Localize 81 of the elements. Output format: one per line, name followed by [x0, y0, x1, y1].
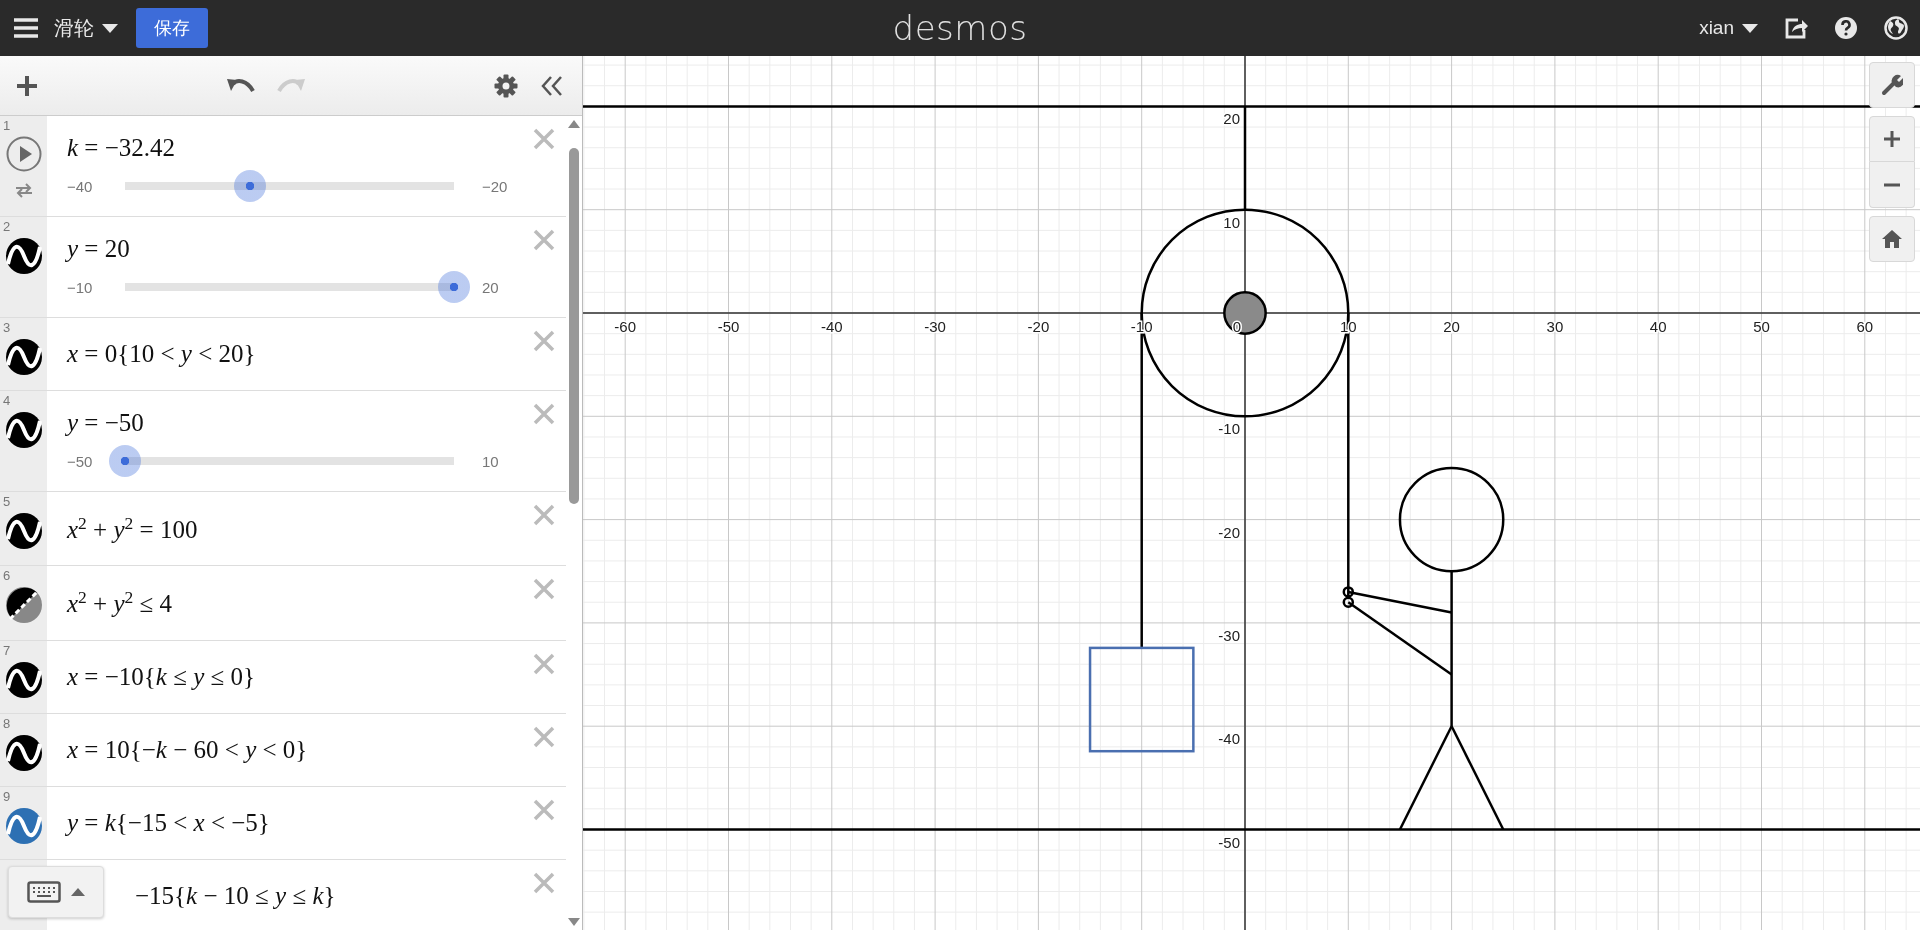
curve-style-icon[interactable]	[4, 237, 43, 275]
axis-label: -50	[1218, 833, 1240, 851]
slider-min: −10	[67, 278, 94, 296]
scroll-down-icon[interactable]	[568, 918, 580, 926]
line-number: 8	[3, 715, 11, 731]
axis-label: 10	[1223, 213, 1240, 231]
axis-label: -20	[1027, 318, 1050, 335]
scrollbar[interactable]	[569, 148, 579, 504]
expression[interactable]: x = −10{k ≤ y ≤ 0}	[67, 662, 512, 691]
home-icon	[1881, 229, 1903, 249]
zoom-in-button[interactable]	[1869, 116, 1915, 162]
line-number: 7	[3, 642, 11, 658]
slider-min: −50	[67, 452, 94, 470]
repeat-icon[interactable]	[13, 182, 34, 198]
share-icon[interactable]	[1784, 17, 1808, 39]
keyboard-icon	[27, 881, 61, 903]
line-number: 1	[3, 118, 11, 133]
expression[interactable]: y = 20	[67, 235, 512, 263]
settings-icon[interactable]	[494, 73, 518, 98]
slider-max: 10	[482, 452, 500, 470]
expression[interactable]: −15{k − 10 ≤ y ≤ k}	[135, 881, 512, 910]
plus-icon	[1883, 130, 1901, 148]
slider-max: 20	[482, 278, 500, 296]
axis-label: -30	[1218, 626, 1240, 644]
menu-icon[interactable]	[14, 18, 38, 38]
expression[interactable]: x$^{2}$ + y$^{2}$ = 100	[67, 513, 512, 545]
expression[interactable]: x$^{2}$ + y$^{2}$ ≤ 4	[67, 587, 512, 619]
pulley-hub	[1223, 291, 1267, 335]
axis-label: -40	[1218, 730, 1240, 748]
logo: desmos	[892, 8, 1028, 48]
slider-thumb[interactable]	[109, 445, 141, 477]
collapse-icon[interactable]	[540, 74, 564, 97]
axis-label: 20	[1223, 110, 1240, 128]
axis-label: -20	[1218, 523, 1240, 541]
scroll-up-icon[interactable]	[568, 120, 580, 128]
keyboard-button[interactable]	[8, 866, 104, 918]
help-icon[interactable]	[1834, 16, 1858, 40]
slider-thumb[interactable]	[438, 271, 470, 303]
slider-thumb[interactable]	[233, 170, 266, 202]
expression[interactable]: x = 10{−k − 60 < y < 0}	[67, 735, 512, 764]
curve-style-icon[interactable]	[4, 411, 43, 449]
home-button[interactable]	[1869, 216, 1915, 262]
fill-style-icon[interactable]	[4, 586, 43, 625]
expression[interactable]: x = 0{10 < y < 20}	[67, 340, 512, 368]
wrench-icon	[1881, 74, 1903, 96]
play-icon[interactable]	[5, 136, 42, 172]
expression[interactable]: y = k{−15 < x < −5}	[67, 808, 512, 837]
line-number: 5	[3, 494, 11, 509]
axis-label: 50	[1753, 318, 1770, 335]
globe-icon[interactable]	[1884, 16, 1908, 40]
curve-style-icon[interactable]	[4, 660, 43, 699]
user-menu[interactable]: xian	[1699, 17, 1734, 39]
expression[interactable]: y = −50	[67, 409, 512, 437]
axis-label: 40	[1649, 318, 1667, 335]
line-number: 4	[3, 393, 11, 408]
graph-title[interactable]: 滑轮	[54, 14, 94, 42]
caret-icon[interactable]	[1742, 23, 1758, 33]
line-number: 2	[3, 219, 11, 234]
expression[interactable]: k = −32.42	[67, 134, 512, 162]
save-button[interactable]: 保存	[136, 8, 208, 48]
axis-label: 30	[1546, 318, 1564, 335]
curve-style-icon[interactable]	[4, 512, 43, 550]
line-number: 6	[3, 568, 11, 584]
slider-min: −40	[67, 177, 94, 195]
add-icon[interactable]	[16, 74, 38, 97]
curve-style-icon[interactable]	[4, 338, 43, 376]
axis-label: -60	[614, 318, 637, 335]
slider-max: −20	[482, 177, 509, 195]
caret-icon[interactable]	[102, 23, 118, 33]
wrench-button[interactable]	[1869, 62, 1915, 108]
line-number: 3	[3, 320, 11, 335]
axis-label: -40	[820, 318, 843, 335]
caret-icon	[71, 888, 85, 896]
axis-label: -10	[1218, 420, 1240, 438]
axis-label: 60	[1856, 318, 1874, 335]
minus-icon	[1883, 182, 1901, 187]
axis-label: -50	[717, 318, 740, 335]
curve-style-icon[interactable]	[4, 733, 43, 772]
line-number: 9	[3, 788, 11, 804]
axis-label: -30	[924, 318, 946, 335]
axis-label: 20	[1443, 318, 1460, 335]
